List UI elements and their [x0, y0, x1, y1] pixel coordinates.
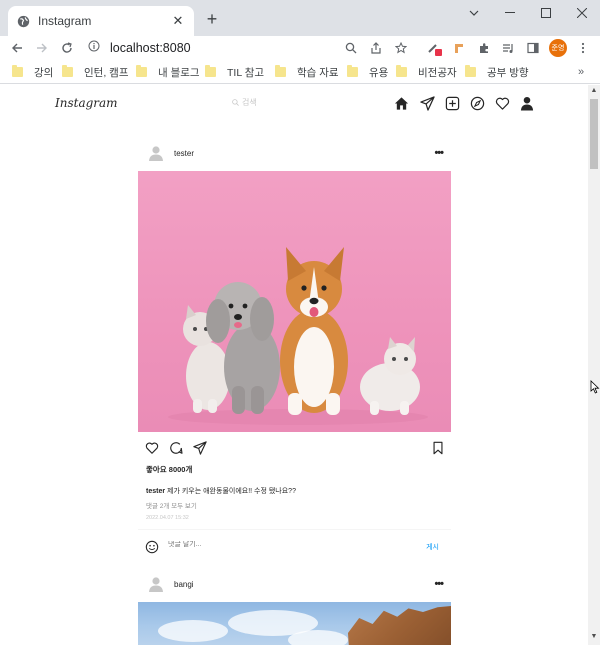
post-image	[138, 171, 451, 432]
comment-form: 게시	[138, 529, 451, 563]
view-all-comments-link[interactable]: 댓글 2개 모두 보기	[138, 500, 451, 510]
feed-post: tester ••• 좋아요 8000개 tester 제가 키우는 애완동물이…	[138, 135, 451, 563]
bookmark-folder[interactable]: 강의	[12, 65, 53, 79]
browser-toolbar: localhost:8080 준영	[0, 36, 600, 60]
share-plane-icon[interactable]	[193, 441, 207, 455]
bookmark-folder[interactable]: 유용	[347, 65, 388, 79]
save-bookmark-icon[interactable]	[431, 441, 445, 455]
share-icon[interactable]	[368, 40, 384, 56]
folder-icon	[347, 65, 358, 77]
like-count[interactable]: 좋아요 8000개	[138, 464, 451, 475]
like-heart-icon[interactable]	[145, 441, 159, 455]
post-username[interactable]: tester	[174, 149, 194, 158]
comment-icon[interactable]	[169, 441, 183, 455]
bookmark-star-icon[interactable]	[393, 40, 409, 56]
post-image	[138, 602, 451, 645]
folder-icon	[12, 65, 23, 77]
bookmarks-overflow-button[interactable]: »	[578, 66, 584, 78]
home-icon[interactable]	[394, 96, 410, 112]
folder-icon	[136, 65, 147, 77]
post-comment-button[interactable]: 게시	[426, 542, 439, 552]
maximize-icon[interactable]	[528, 0, 564, 26]
scroll-thumb[interactable]	[590, 99, 598, 169]
extensions-icon[interactable]	[476, 40, 492, 56]
url-text: localhost:8080	[110, 41, 191, 55]
post-options-icon[interactable]: •••	[434, 578, 444, 590]
post-header: bangi •••	[138, 566, 451, 602]
globe-icon	[16, 14, 30, 28]
forward-icon[interactable]	[34, 40, 50, 56]
browser-tab-strip: Instagram ✕ +	[0, 0, 600, 36]
folder-icon	[275, 65, 286, 77]
post-options-icon[interactable]: •••	[434, 147, 444, 159]
folder-icon	[465, 65, 476, 77]
caption-text: 제가 키우는 애완동물이에요!! 수정 됐나요??	[167, 488, 296, 495]
folder-icon	[205, 65, 216, 77]
direct-message-icon[interactable]	[420, 96, 436, 112]
bookmark-folder[interactable]: 인턴, 캠프	[62, 65, 128, 79]
search-icon	[232, 99, 239, 106]
tab-title: Instagram	[38, 14, 92, 28]
minimize-icon[interactable]	[492, 0, 528, 26]
page-scrollbar[interactable]: ▲ ▼	[588, 85, 600, 645]
bookmark-folder[interactable]: TIL 참고	[205, 65, 264, 79]
folder-icon	[396, 65, 407, 77]
emoji-icon[interactable]	[145, 540, 159, 554]
new-tab-button[interactable]: +	[202, 9, 222, 29]
mouse-cursor-icon	[590, 380, 600, 394]
comment-input[interactable]	[168, 541, 398, 548]
user-avatar-icon[interactable]	[148, 145, 164, 161]
pets-photo	[168, 247, 428, 425]
back-icon[interactable]	[9, 40, 25, 56]
scroll-up-icon[interactable]: ▲	[590, 87, 598, 95]
info-icon[interactable]	[88, 40, 104, 56]
folder-icon	[62, 65, 73, 77]
page-viewport: Instagram 검색 tester ••• 좋아요 8000개 tester…	[0, 85, 588, 645]
scroll-down-icon[interactable]: ▼	[590, 633, 598, 641]
cloud-shape	[288, 630, 348, 645]
search-placeholder: 검색	[242, 98, 257, 107]
bookmark-folder[interactable]: 비전공자	[396, 65, 457, 79]
ruler-extension-icon[interactable]	[451, 40, 467, 56]
bookmark-folder[interactable]: 공부 방향	[465, 65, 529, 79]
media-control-icon[interactable]	[500, 40, 516, 56]
post-username[interactable]: bangi	[174, 580, 194, 589]
browser-tab[interactable]: Instagram ✕	[8, 6, 194, 36]
new-post-icon[interactable]	[445, 96, 461, 112]
side-panel-icon[interactable]	[525, 40, 541, 56]
rock-formation	[347, 606, 451, 645]
bookmark-folder[interactable]: 학습 자료	[275, 65, 339, 79]
cloud-shape	[158, 620, 228, 642]
post-header: tester •••	[138, 135, 451, 171]
profile-avatar[interactable]: 준영	[549, 39, 567, 57]
bookmark-folder[interactable]: 내 블로그	[136, 65, 200, 79]
post-actions	[138, 432, 451, 464]
tab-close-icon[interactable]: ✕	[170, 13, 186, 29]
eyedropper-extension-icon[interactable]	[427, 40, 443, 56]
reload-icon[interactable]	[59, 40, 75, 56]
post-timestamp: 2022.04.07 15:32	[146, 515, 189, 521]
instagram-logo[interactable]: Instagram	[55, 96, 118, 110]
feed-post: bangi •••	[138, 566, 451, 645]
explore-compass-icon[interactable]	[470, 96, 486, 112]
zoom-icon[interactable]	[343, 40, 359, 56]
profile-icon[interactable]	[520, 96, 536, 112]
close-window-icon[interactable]	[564, 0, 600, 26]
tab-search-icon[interactable]	[456, 0, 492, 26]
post-caption: tester 제가 키우는 애완동물이에요!! 수정 됐나요??	[138, 486, 451, 496]
kebab-menu-icon[interactable]	[575, 40, 591, 56]
bookmarks-bar: 강의 인턴, 캠프 내 블로그 TIL 참고 학습 자료 유용 비전공자 공부 …	[0, 60, 600, 84]
search-box[interactable]: 검색	[232, 97, 257, 108]
caption-username[interactable]: tester	[146, 488, 165, 495]
activity-heart-icon[interactable]	[495, 96, 511, 112]
user-avatar-icon[interactable]	[148, 576, 164, 592]
instagram-nav: Instagram 검색	[0, 85, 588, 125]
